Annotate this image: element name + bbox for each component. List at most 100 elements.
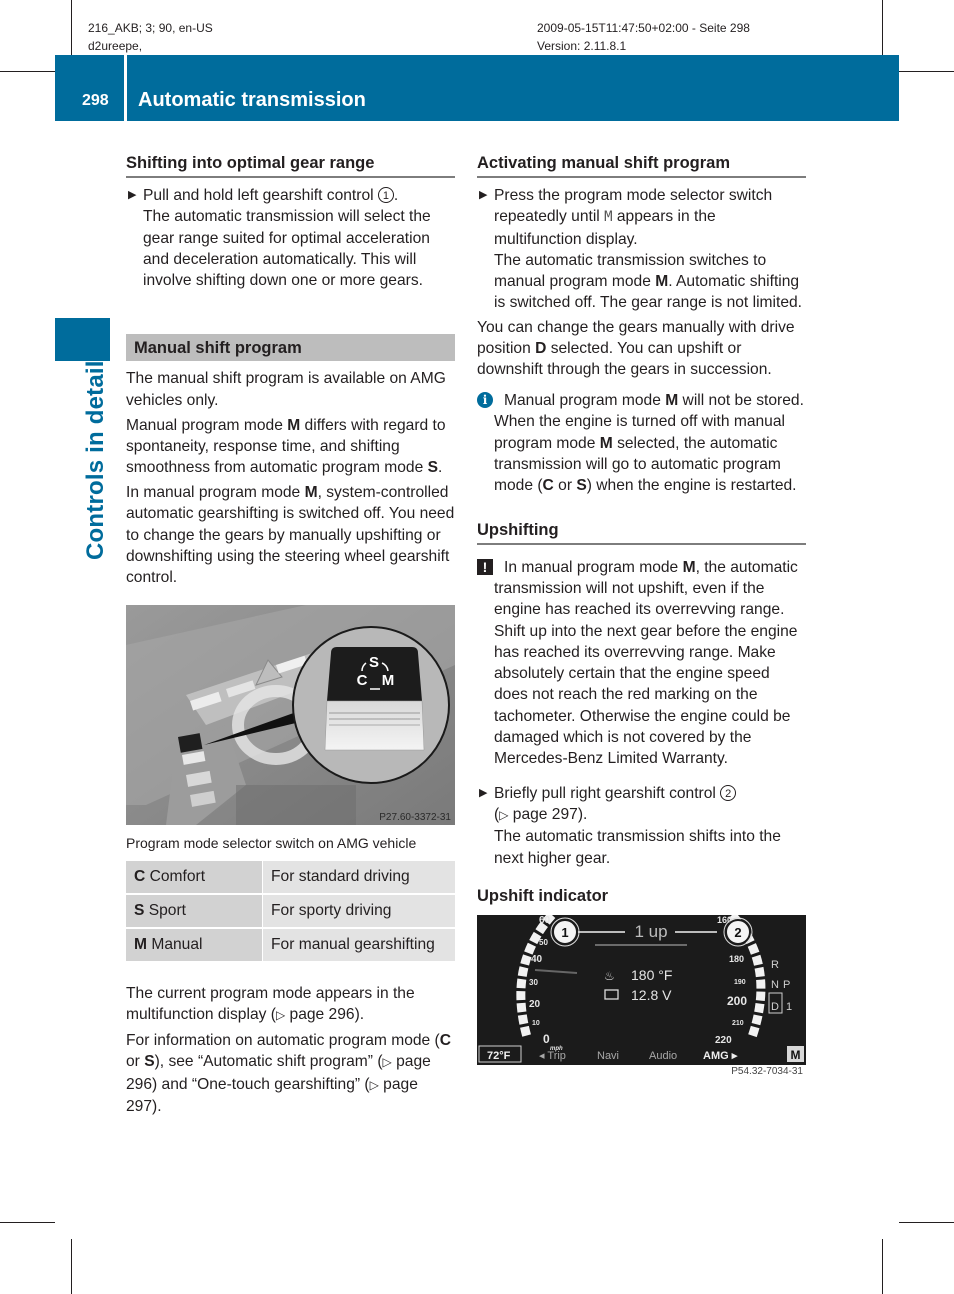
heading-upshifting: Upshifting — [477, 519, 806, 545]
instrument-cluster-illustration: 60 50 40 30 20 10 0 mph 160 180 190 200 … — [477, 914, 806, 1065]
crop-mark — [0, 1222, 55, 1223]
mode-key: S Sport — [126, 893, 263, 929]
info-note: i Manual program mode M will not be stor… — [477, 390, 806, 496]
paragraph: The manual shift program is available on… — [126, 370, 446, 409]
mode-description: For standard driving — [262, 860, 455, 895]
display-symbol-m: M — [604, 209, 613, 226]
callout-1-icon: 1 — [561, 925, 568, 940]
selector-switch-photo: S C M P27.60-3372-31 — [126, 604, 455, 825]
section-tab-marker — [55, 318, 110, 361]
heading-activating-manual: Activating manual shift program — [477, 152, 806, 178]
mode-key: M Manual — [126, 927, 263, 963]
section-tab-label: Controls in detail — [82, 360, 109, 560]
crop-mark — [71, 1239, 72, 1294]
speed-tick: 50 — [539, 938, 548, 947]
gear-r: R — [771, 959, 779, 971]
header-divider — [124, 55, 127, 121]
crop-mark — [71, 0, 72, 55]
gear-d: D — [771, 1001, 779, 1013]
oil-temp-icon: ♨ — [604, 969, 615, 983]
info-icon: i — [477, 392, 493, 409]
paragraph: You can change the gears manually with d… — [477, 318, 795, 379]
speed-tick: 220 — [715, 1035, 732, 1046]
switch-letter-s: S — [369, 654, 379, 671]
step-arrow-icon: ▶ — [479, 189, 488, 201]
speed-tick: 210 — [732, 1020, 744, 1027]
gear-p: P — [783, 979, 790, 991]
warning-note: ! In manual program mode M, the automati… — [477, 557, 806, 770]
page-ref-arrow-icon: ▷ — [369, 1077, 379, 1092]
speed-tick: 30 — [529, 978, 538, 987]
program-mode-table: C Comfort For standard driving S Sport F… — [126, 860, 455, 963]
print-meta-right: 2009-05-15T11:47:50+02:00 - Seite 298 Ve… — [537, 19, 750, 55]
step-result: The automatic transmission will select t… — [143, 208, 431, 290]
heading-upshift-indicator: Upshift indicator — [477, 886, 609, 905]
paragraph: In manual program mode M, system-control… — [126, 483, 455, 587]
page-number: 298 — [82, 92, 109, 109]
outside-temp: 72°F — [487, 1050, 511, 1062]
speed-tick: 20 — [529, 999, 541, 1010]
heading-shifting-optimal: Shifting into optimal gear range — [126, 152, 455, 178]
print-meta-user: d2ureepe, — [88, 39, 143, 53]
page-ref-arrow-icon: ▷ — [275, 1008, 286, 1023]
page-title: Automatic transmission — [138, 89, 366, 111]
crop-mark — [899, 1222, 954, 1223]
page-reference-link[interactable]: page 297 — [513, 806, 578, 823]
current-gear: 1 — [786, 1001, 792, 1013]
table-row: M Manual For manual gearshifting — [126, 927, 455, 963]
crop-mark — [899, 71, 954, 72]
print-meta-version: Version: 2.11.8.1 — [537, 39, 627, 53]
page-ref-arrow-icon: ▷ — [499, 807, 509, 822]
crop-mark — [882, 1239, 883, 1294]
paragraph: The current program mode appears in the … — [126, 984, 415, 1024]
paragraph: For information on automatic program mod… — [126, 1032, 452, 1115]
switch-letter-m: M — [382, 672, 395, 689]
page-reference-link[interactable]: page 296 — [290, 1006, 355, 1023]
speed-tick: 10 — [532, 1020, 540, 1027]
step-pull-right-control: ▶ Briefly pull right gearshift control 2… — [479, 784, 781, 867]
speed-tick: 0 — [543, 1032, 550, 1046]
figure-code: P27.60-3372-31 — [379, 812, 451, 823]
table-row: S Sport For sporty driving — [126, 893, 455, 929]
menu-item-navi: Navi — [597, 1050, 619, 1062]
step-press-selector: ▶ Press the program mode selector switch… — [479, 187, 802, 312]
step-arrow-icon: ▶ — [128, 189, 137, 201]
instrument-cluster-display: 60 50 40 30 20 10 0 mph 160 180 190 200 … — [477, 914, 806, 1065]
speed-tick: 40 — [531, 954, 543, 965]
speed-tick: 180 — [729, 954, 744, 964]
figure-code: P54.32-7034-31 — [731, 1065, 803, 1077]
gear-n: N — [771, 979, 779, 991]
speed-tick: 200 — [727, 994, 747, 1008]
menu-item-amg: AMG ▸ — [703, 1050, 738, 1062]
page-ref-arrow-icon: ▷ — [382, 1055, 392, 1070]
paragraph: Manual program mode M differs with regar… — [126, 416, 446, 477]
warning-icon: ! — [477, 558, 493, 575]
right-column: Activating manual shift program ▶ Press … — [477, 152, 806, 1078]
speed-tick: 60 — [539, 915, 551, 926]
callout-2-icon: 2 — [734, 925, 741, 940]
upshift-message: 1 up — [634, 922, 667, 941]
left-column: Shifting into optimal gear range ▶ Pull … — [126, 152, 455, 1121]
print-meta-timestamp: 2009-05-15T11:47:50+02:00 - Seite 298 — [537, 21, 750, 35]
menu-item-trip: ◂ Trip — [539, 1050, 566, 1062]
menu-item-audio: Audio — [649, 1050, 677, 1062]
mode-description: For manual gearshifting — [262, 927, 455, 963]
mode-description: For sporty driving — [262, 893, 455, 929]
mode-key: C Comfort — [126, 860, 263, 895]
table-row: C Comfort For standard driving — [126, 860, 455, 895]
step-pull-left-control: ▶ Pull and hold left gearshift control 1… — [128, 187, 431, 290]
print-meta-left: 216_AKB; 3; 90, en-US d2ureepe, — [88, 19, 213, 55]
figure-caption: Program mode selector switch on AMG vehi… — [126, 834, 417, 851]
speed-tick: 190 — [734, 979, 746, 986]
crop-mark — [0, 71, 55, 72]
step-arrow-icon: ▶ — [479, 786, 488, 799]
battery-readout: 12.8 V — [631, 987, 672, 1003]
callout-2-icon: 2 — [720, 784, 737, 801]
heading-manual-shift-program: Manual shift program — [126, 334, 455, 362]
callout-1-icon: 1 — [377, 187, 394, 203]
oil-temp-readout: 180 °F — [631, 967, 672, 983]
selector-switch-illustration: S C M P27.60-3372-31 — [126, 604, 455, 825]
crop-mark — [882, 0, 883, 55]
switch-letter-c: C — [357, 672, 368, 689]
mode-indicator: M — [791, 1048, 801, 1062]
